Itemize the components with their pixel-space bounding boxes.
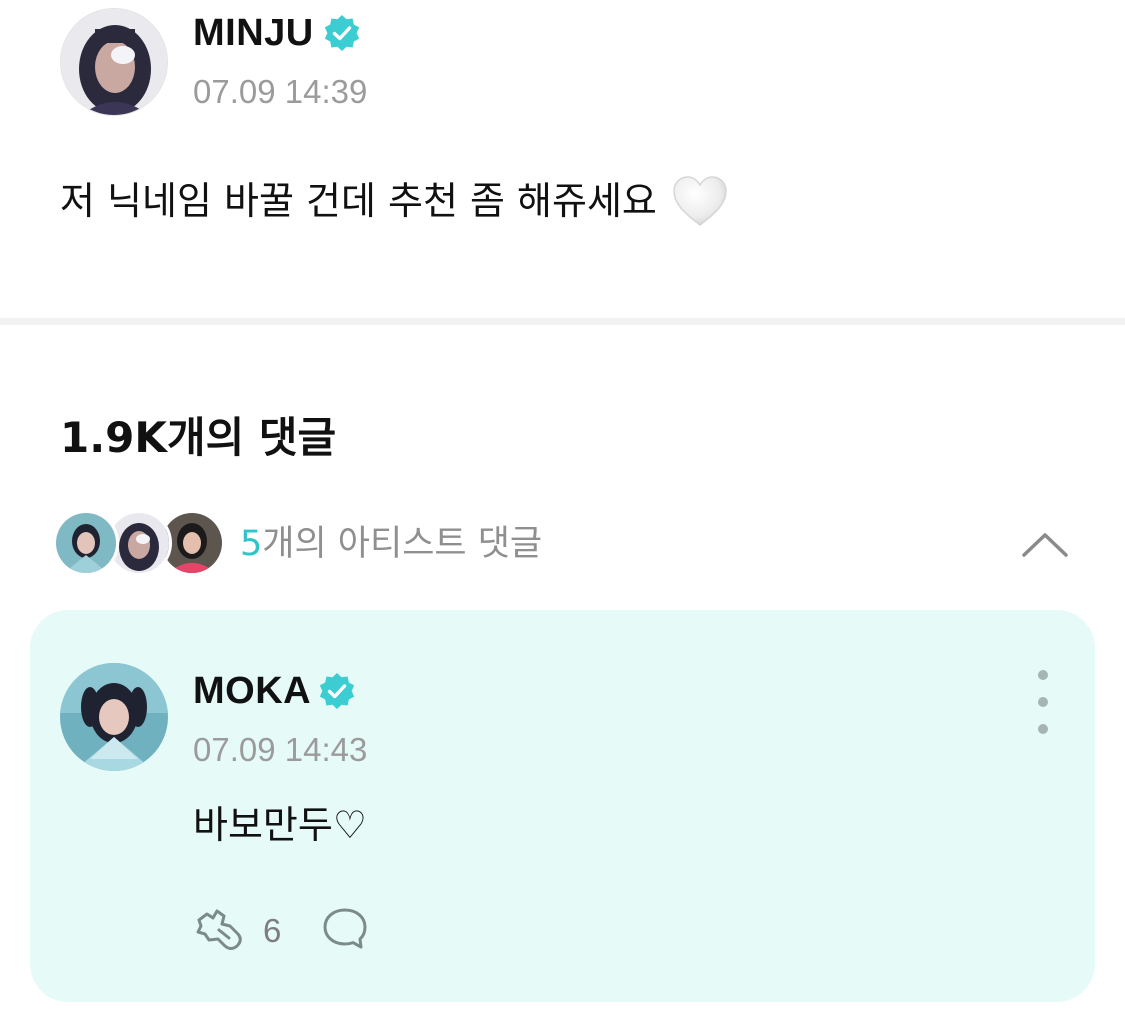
verified-badge-icon — [317, 671, 357, 711]
artist-comments-toggle[interactable]: 5개의 아티스트 댓글 — [53, 508, 1073, 580]
artist-comment-card: MOKA 07.09 14:43 바보만두♡ 6 — [30, 610, 1095, 1002]
post-author-avatar[interactable] — [60, 8, 168, 116]
artist-avatar-stack — [53, 508, 225, 580]
white-heart-icon — [671, 174, 729, 228]
like-count: 6 — [263, 912, 282, 949]
avatar-image — [61, 9, 167, 115]
post-body: 저 닉네임 바꿀 건데 추천 좀 해쥬세요 — [60, 172, 729, 230]
more-dot — [1038, 697, 1048, 707]
post-text: 저 닉네임 바꿀 건데 추천 좀 해쥬세요 — [60, 179, 657, 223]
comment-author-line: MOKA — [193, 668, 357, 714]
comment-count-heading: 1.9K개의 댓글 — [60, 413, 337, 462]
verified-badge-icon — [322, 13, 362, 53]
chevron-up-icon[interactable] — [1019, 518, 1071, 570]
artist-avatar — [53, 510, 119, 576]
reply-button[interactable] — [321, 906, 369, 957]
speech-bubble-icon — [321, 906, 369, 957]
comment-text: 바보만두♡ — [193, 803, 367, 847]
post-author-name[interactable]: MINJU — [193, 10, 314, 56]
post-author-line: MINJU — [193, 10, 362, 56]
artist-comments-label: 5개의 아티스트 댓글 — [240, 522, 542, 566]
artist-comment-count: 5 — [240, 524, 263, 564]
more-options-icon[interactable] — [1021, 670, 1065, 734]
comment-author-avatar[interactable] — [60, 663, 168, 771]
artist-comments-text: 개의 아티스트 댓글 — [262, 524, 543, 564]
section-divider — [0, 318, 1125, 325]
like-icon — [193, 906, 245, 957]
comment-timestamp: 07.09 14:43 — [193, 731, 368, 768]
more-dot — [1038, 670, 1048, 680]
comment-actions: 6 — [193, 906, 369, 956]
avatar-image — [60, 663, 168, 771]
like-button[interactable]: 6 — [193, 906, 281, 957]
more-dot — [1038, 724, 1048, 734]
post-timestamp: 07.09 14:39 — [193, 73, 368, 110]
comment-author-name[interactable]: MOKA — [193, 668, 311, 714]
